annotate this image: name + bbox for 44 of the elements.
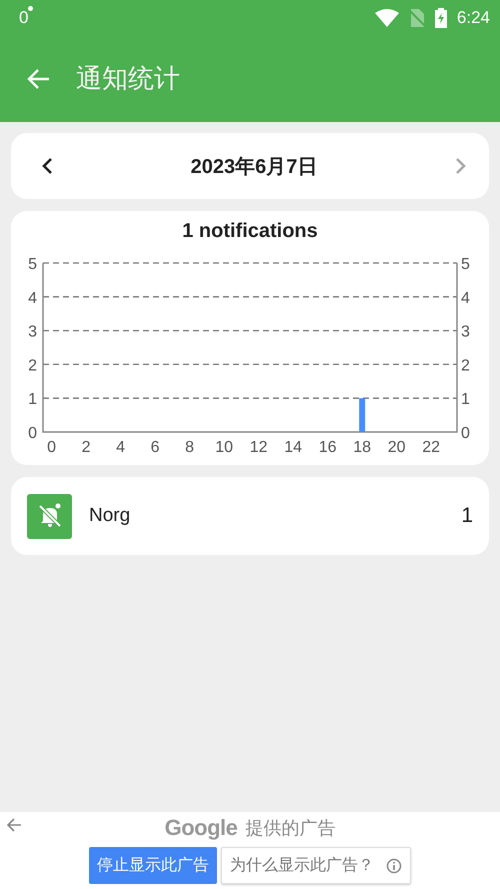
brand-logo: Google (164, 815, 238, 841)
y-axis-label: 0 (461, 425, 470, 442)
x-axis-label: 14 (284, 439, 302, 456)
y-axis-label: 1 (28, 391, 37, 408)
dot-icon (28, 6, 34, 10)
y-axis-label: 5 (28, 256, 37, 273)
app-name: Norg (89, 505, 132, 527)
y-axis-label: 4 (461, 290, 470, 307)
x-axis-label: 10 (215, 439, 234, 456)
x-axis-label: 8 (185, 439, 194, 456)
no-sim-icon (408, 8, 425, 26)
x-axis-label: 22 (422, 439, 440, 456)
y-axis-label: 3 (28, 324, 37, 341)
x-axis-label: 2 (82, 439, 91, 456)
chart-bar (359, 398, 366, 432)
x-axis-label: 4 (116, 439, 126, 456)
x-axis-label: 16 (318, 439, 337, 456)
stop-ad-button[interactable]: 停止显示此广告 (89, 847, 217, 884)
x-axis-label: 12 (250, 439, 268, 456)
wifi-icon (374, 8, 399, 26)
battery-icon (434, 8, 447, 28)
y-axis-label: 0 (28, 425, 37, 442)
y-axis-label: 2 (461, 357, 470, 374)
x-axis-label: 6 (150, 439, 160, 456)
y-axis-label: 3 (461, 324, 470, 341)
clock-time: 6:24 (456, 8, 490, 28)
y-axis-label: 4 (28, 290, 37, 307)
back-arrow-icon[interactable] (6, 818, 22, 832)
y-axis-label: 2 (28, 357, 37, 374)
status-text: 0 (19, 8, 28, 28)
x-axis-label: 20 (388, 439, 406, 456)
why-ad-button[interactable]: 为什么显示此广告？ (221, 847, 411, 884)
chart-title: 1 notifications (181, 220, 319, 244)
notification-count: 1 (461, 504, 473, 528)
info-icon (386, 858, 402, 874)
y-axis-label: 5 (461, 256, 470, 273)
screen-title: 通知统计 (76, 62, 180, 95)
y-axis-label: 1 (461, 391, 470, 408)
x-axis-label: 0 (47, 439, 56, 456)
date-label: 2023年6月7日 (190, 154, 318, 180)
ad-caption: 提供的广告 (245, 817, 336, 840)
x-axis-label: 18 (353, 439, 372, 456)
muted-bell-icon (27, 494, 72, 538)
previous-day-icon[interactable] (41, 157, 53, 175)
